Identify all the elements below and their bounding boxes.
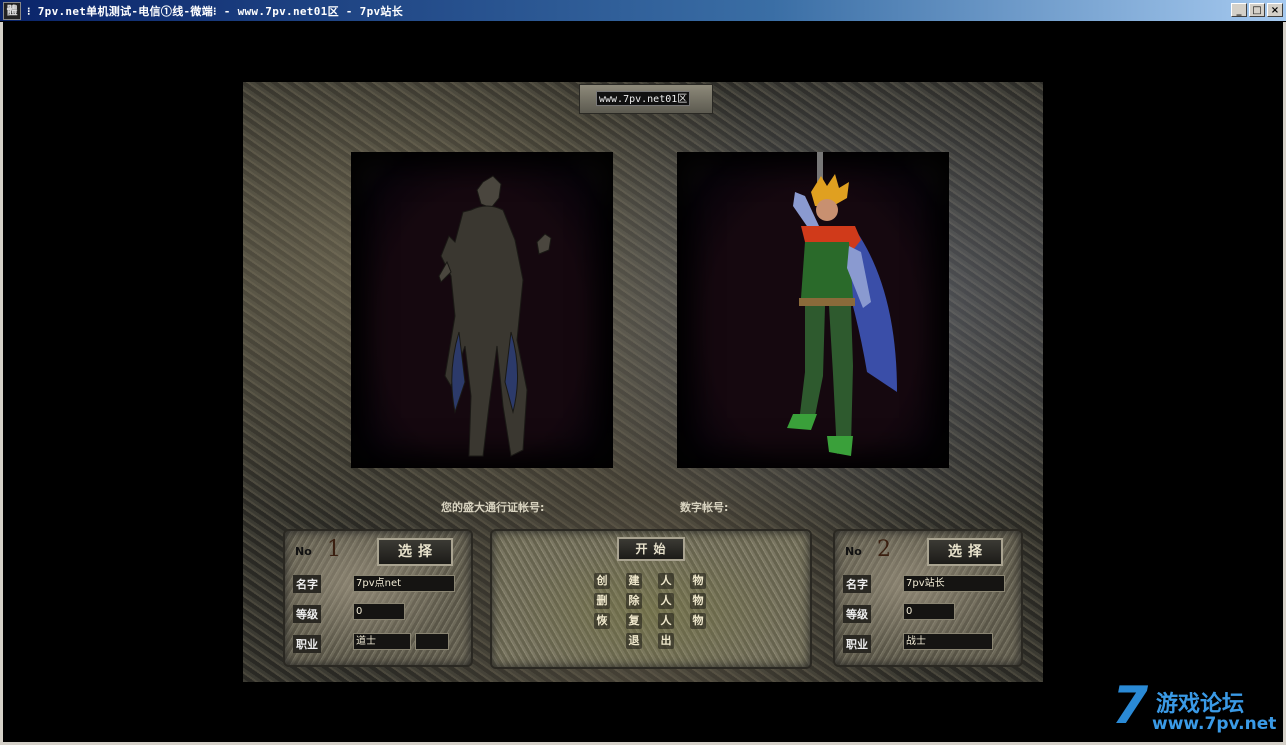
character-alcove-1[interactable] <box>351 152 613 468</box>
exit-button[interactable]: 退出 <box>626 633 674 649</box>
name-field-2: 7pv站长 <box>903 575 1005 592</box>
digit-account-label: 数字帐号: <box>680 501 729 514</box>
window-titlebar[interactable]: 體 ⁝ 7pv.net单机测试-电信①线-微端⁝ - www.7pv.net01… <box>0 0 1286 22</box>
restore-character-button[interactable]: 恢复人物 <box>594 613 706 629</box>
window-title: ⁝ 7pv.net单机测试-电信①线-微端⁝ - www.7pv.net01区 … <box>27 4 404 18</box>
app-icon: 體 <box>3 1 21 20</box>
menu-char: 物 <box>690 613 706 629</box>
minimize-button[interactable]: _ <box>1231 3 1247 17</box>
name-label: 名字 <box>293 575 321 593</box>
watermark-seven: 7 <box>1112 676 1149 736</box>
watermark-url: www.7pv.net <box>1152 714 1277 734</box>
taoist-character-figure[interactable] <box>351 152 613 468</box>
job-label: 职业 <box>293 635 321 653</box>
name-field-1: 7pv点net <box>353 575 455 592</box>
menu-char: 出 <box>658 633 674 649</box>
level-label: 等级 <box>293 605 321 623</box>
character-alcove-2[interactable] <box>677 152 949 468</box>
close-button[interactable]: × <box>1267 3 1283 17</box>
menu-char: 创 <box>594 573 610 589</box>
menu-char: 建 <box>626 573 642 589</box>
slot-no-label: No <box>295 545 312 558</box>
menu-char: 人 <box>658 573 674 589</box>
job-extra-field-1 <box>415 633 449 650</box>
character-slot-1-panel: No 1 选择 名字 7pv点net 等级 0 职业 道士 <box>283 529 473 667</box>
menu-char: 人 <box>658 613 674 629</box>
delete-character-button[interactable]: 删除人物 <box>594 593 706 609</box>
slot-no-label: No <box>845 545 862 558</box>
job-field-1: 道士 <box>353 633 411 650</box>
start-button[interactable]: 开始 <box>617 537 685 561</box>
menu-char: 除 <box>626 593 642 609</box>
name-label: 名字 <box>843 575 871 593</box>
job-label: 职业 <box>843 635 871 653</box>
window-frame-left <box>0 22 3 745</box>
character-slot-2-panel: No 2 选择 名字 7pv站长 等级 0 职业 战士 <box>833 529 1023 667</box>
select-button-2[interactable]: 选择 <box>927 538 1003 566</box>
level-label: 等级 <box>843 605 871 623</box>
slot-number: 2 <box>877 537 891 562</box>
job-field-2: 战士 <box>903 633 993 650</box>
menu-panel: 开始 创建人物 删除人物 恢复人物 退出 <box>490 529 812 669</box>
menu-char: 人 <box>658 593 674 609</box>
game-screen: www.7pv.net01区 您的盛大通行证帐号: 数字帐号: No 1 选择 … <box>243 82 1043 682</box>
slot-number: 1 <box>327 537 341 562</box>
menu-char: 复 <box>626 613 642 629</box>
menu-char: 恢 <box>594 613 610 629</box>
menu-char: 删 <box>594 593 610 609</box>
select-button-1[interactable]: 选择 <box>377 538 453 566</box>
level-field-2: 0 <box>903 603 955 620</box>
site-watermark: 7 游戏论坛 www.7pv.net <box>1112 676 1282 742</box>
passport-account-label: 您的盛大通行证帐号: <box>441 501 545 514</box>
server-name: www.7pv.net01区 <box>596 91 690 106</box>
level-field-1: 0 <box>353 603 405 620</box>
menu-char: 物 <box>690 573 706 589</box>
create-character-button[interactable]: 创建人物 <box>594 573 706 589</box>
menu-char: 物 <box>690 593 706 609</box>
warrior-character-figure[interactable] <box>677 152 949 468</box>
menu-char: 退 <box>626 633 642 649</box>
server-plate: www.7pv.net01区 <box>579 84 713 114</box>
maximize-button[interactable]: □ <box>1249 3 1265 17</box>
